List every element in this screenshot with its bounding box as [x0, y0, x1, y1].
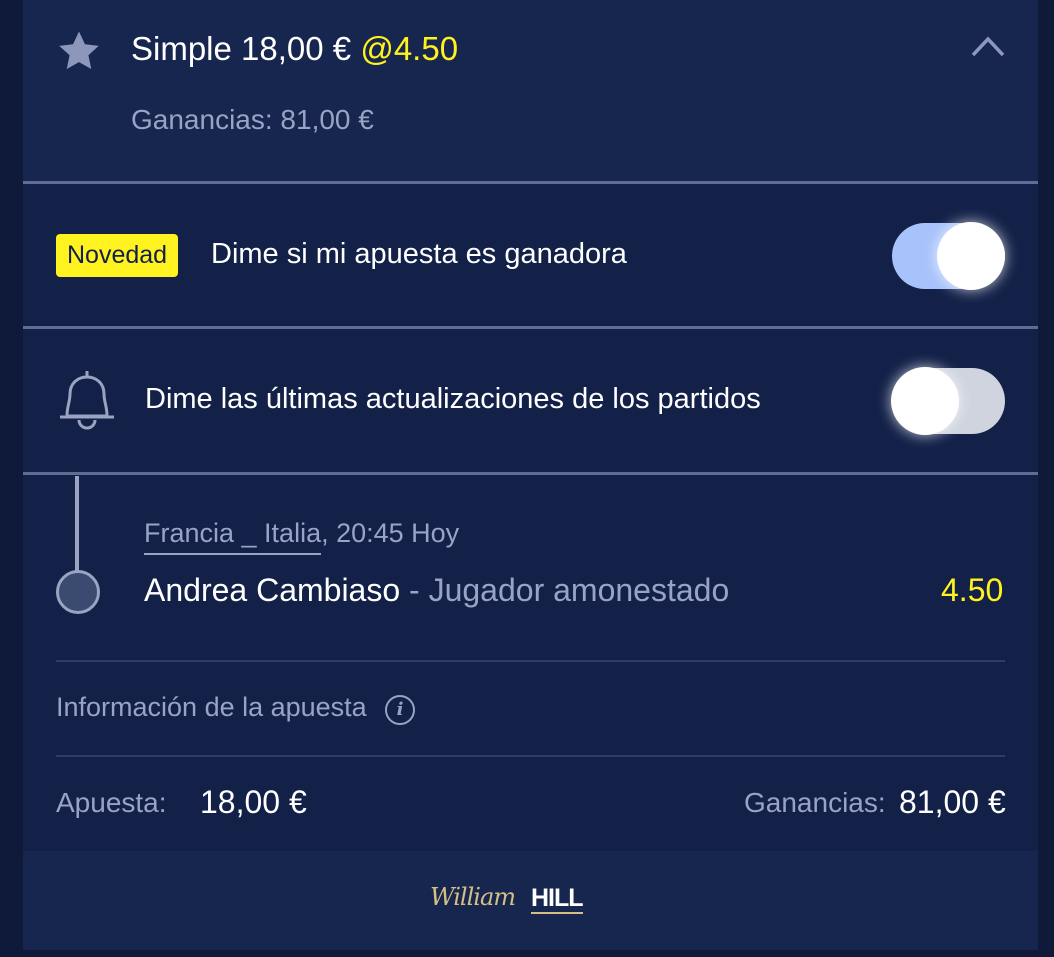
selection-odds: 4.50 [941, 572, 1004, 608]
chevron-up-icon[interactable] [970, 33, 1006, 59]
stake-value: 18,00 € [200, 784, 307, 820]
info-icon[interactable]: i [385, 695, 415, 725]
selection-line: Andrea Cambiaso - Jugador amonestado [144, 572, 729, 609]
divider [23, 326, 1038, 329]
win-notification-toggle[interactable] [892, 222, 1005, 290]
bet-odds: @4.50 [360, 30, 459, 67]
divider [23, 181, 1038, 184]
bet-header[interactable]: Simple 18,00 € @4.50 Ganancias: 81,00 € [23, 0, 1038, 182]
star-icon[interactable] [56, 28, 102, 74]
stake-label: Apuesta: [56, 787, 167, 818]
selection-market: Jugador amonestado [428, 572, 730, 608]
logo-block-text: HILL [531, 884, 584, 914]
toggle-knob [937, 222, 1005, 290]
bet-info-label[interactable]: Información de la apuesta [56, 692, 367, 723]
selection-player: Andrea Cambiaso [144, 572, 401, 608]
divider [56, 660, 1005, 662]
logo-script-text: William [430, 883, 516, 911]
win-notification-label: Dime si mi apuesta es ganadora [211, 238, 627, 270]
bet-card: Simple 18,00 € @4.50 Ganancias: 81,00 € … [23, 0, 1038, 950]
header-winnings: Ganancias: 81,00 € [131, 104, 374, 135]
match-info: Francia _ Italia, 20:45 Hoy [144, 518, 460, 555]
divider [56, 755, 1005, 757]
winnings-value: 81,00 € [899, 784, 1006, 820]
william-hill-logo: William HILL [430, 883, 584, 917]
match-time: , 20:45 Hoy [321, 518, 460, 548]
bet-stake: 18,00 € [241, 30, 352, 67]
divider [23, 472, 1038, 475]
bell-icon [60, 371, 114, 430]
bet-type: Simple [131, 30, 232, 67]
match-link[interactable]: Francia _ Italia [144, 518, 322, 555]
updates-notification-toggle[interactable] [891, 367, 1005, 435]
timeline-line [75, 476, 79, 576]
updates-notification-label: Dime las últimas actualizaciones de los … [145, 383, 761, 415]
new-badge: Novedad [56, 234, 179, 277]
bet-title: Simple 18,00 € @4.50 [131, 30, 458, 68]
timeline-dot [56, 570, 100, 614]
winnings-label: Ganancias: [744, 787, 886, 818]
toggle-knob [891, 367, 959, 435]
selection-separator: - [400, 572, 429, 608]
